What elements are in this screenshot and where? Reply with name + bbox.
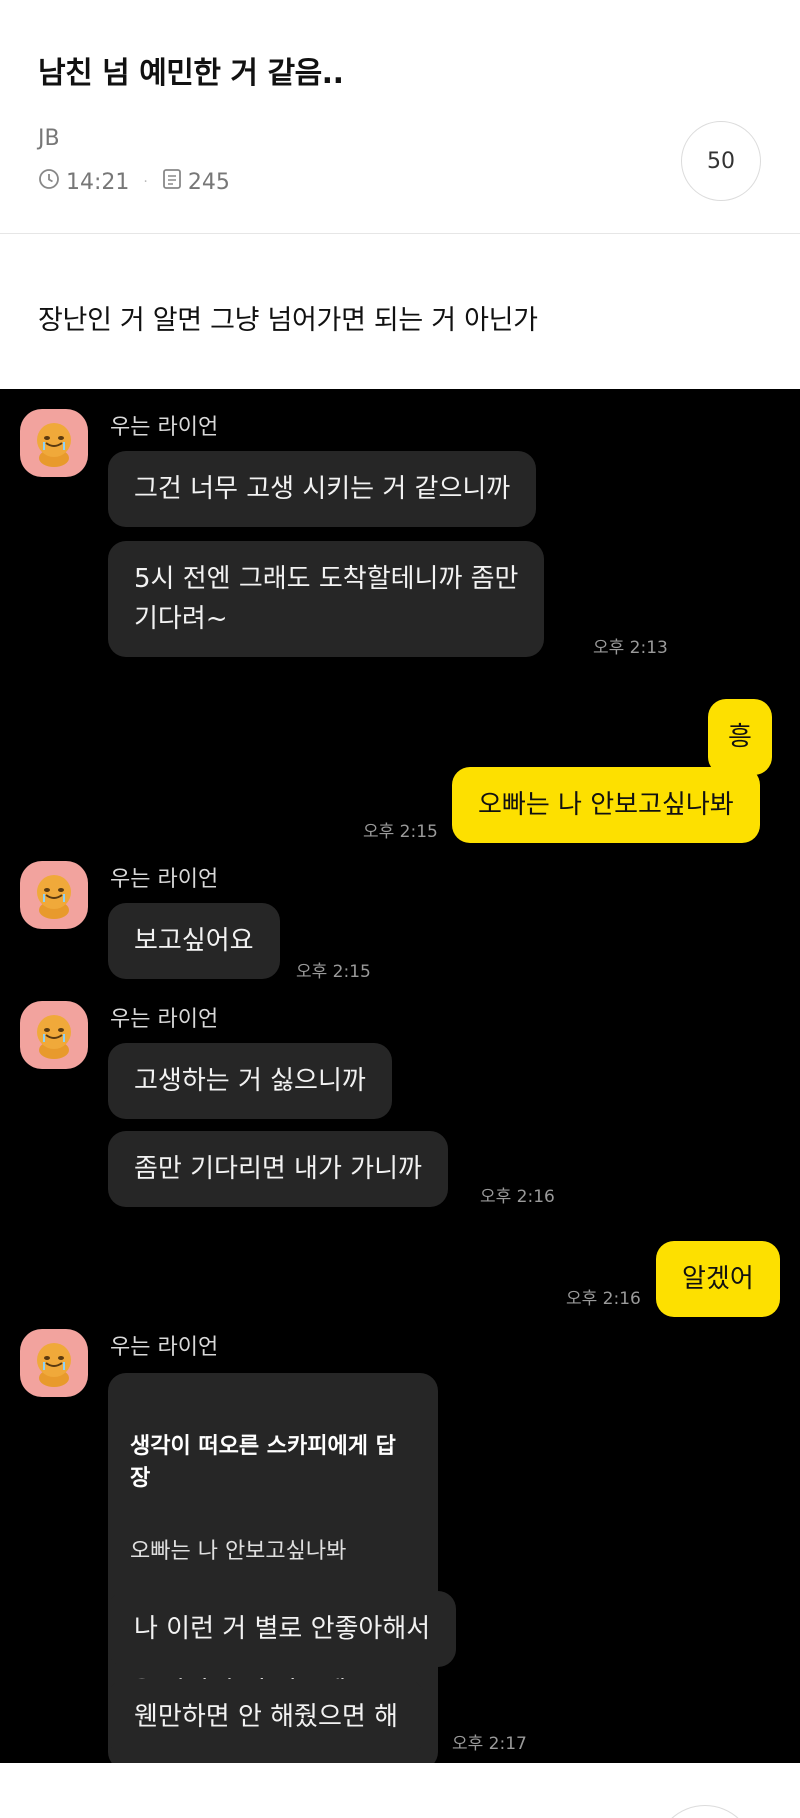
post-header: 남친 넘 예민한 거 같음.. JB 14:21 · 245 50 bbox=[0, 0, 800, 234]
reply-quote: 오빠는 나 안보고싶나봐 bbox=[130, 1539, 347, 1564]
post-meta: 14:21 · 245 bbox=[38, 168, 230, 196]
chat-bubble: 5시 전엔 그래도 도착할테니까 좀만 기다려~ bbox=[108, 541, 545, 657]
message-time: 오후 2:15 bbox=[296, 962, 371, 982]
chat-bubble: 좀만 기다리면 내가 가니까 bbox=[108, 1131, 448, 1207]
clock-icon bbox=[38, 168, 60, 196]
post-author[interactable]: JB bbox=[38, 126, 60, 151]
chat-bubble: 나 이런 거 별로 안좋아해서 bbox=[108, 1591, 457, 1667]
chat-bubble: 고생하는 거 싫으니까 bbox=[108, 1043, 392, 1119]
sender-name: 우는 라이언 bbox=[110, 1007, 219, 1032]
view-count: 245 bbox=[187, 169, 230, 195]
lion-avatar-icon bbox=[20, 861, 88, 929]
post-body: 장난인 거 알면 그냥 넘어가면 되는 거 아닌가 bbox=[38, 305, 538, 336]
my-chat-bubble: 알겠어 bbox=[656, 1241, 780, 1317]
chat-bubble: 그건 너무 고생 시키는 거 같으니까 bbox=[108, 451, 537, 527]
lion-avatar-icon bbox=[20, 1329, 88, 1397]
lion-avatar-icon bbox=[20, 409, 88, 477]
my-chat-bubble: 흥 bbox=[708, 699, 772, 775]
comment-count-button[interactable]: 50 bbox=[681, 121, 761, 201]
chat-bubble: 웬만하면 안 해줬으면 해 bbox=[108, 1679, 424, 1755]
document-icon bbox=[162, 168, 182, 196]
chat-bubble: 보고싶어요 bbox=[108, 903, 280, 979]
post-time: 14:21 bbox=[66, 169, 130, 195]
meta-separator: · bbox=[143, 174, 148, 190]
reply-header: 생각이 떠오른 스카피에게 답장 bbox=[130, 1434, 396, 1491]
message-time: 오후 2:16 bbox=[480, 1187, 555, 1207]
message-time: 오후 2:15 bbox=[363, 822, 438, 842]
sender-name: 우는 라이언 bbox=[110, 867, 219, 892]
post-title: 남친 넘 예민한 거 같음.. bbox=[38, 56, 344, 91]
chat-screenshot: 우는 라이언 그건 너무 고생 시키는 거 같으니까 5시 전엔 그래도 도착할… bbox=[0, 389, 800, 1770]
bottom-area bbox=[0, 1763, 800, 1818]
lion-avatar-icon bbox=[20, 1001, 88, 1069]
message-time: 오후 2:17 bbox=[452, 1734, 527, 1754]
message-time: 오후 2:16 bbox=[566, 1289, 641, 1309]
my-chat-bubble: 오빠는 나 안보고싶나봐 bbox=[452, 767, 760, 843]
sender-name: 우는 라이언 bbox=[110, 415, 219, 440]
message-time: 오후 2:13 bbox=[593, 638, 668, 658]
sender-name: 우는 라이언 bbox=[110, 1335, 219, 1360]
